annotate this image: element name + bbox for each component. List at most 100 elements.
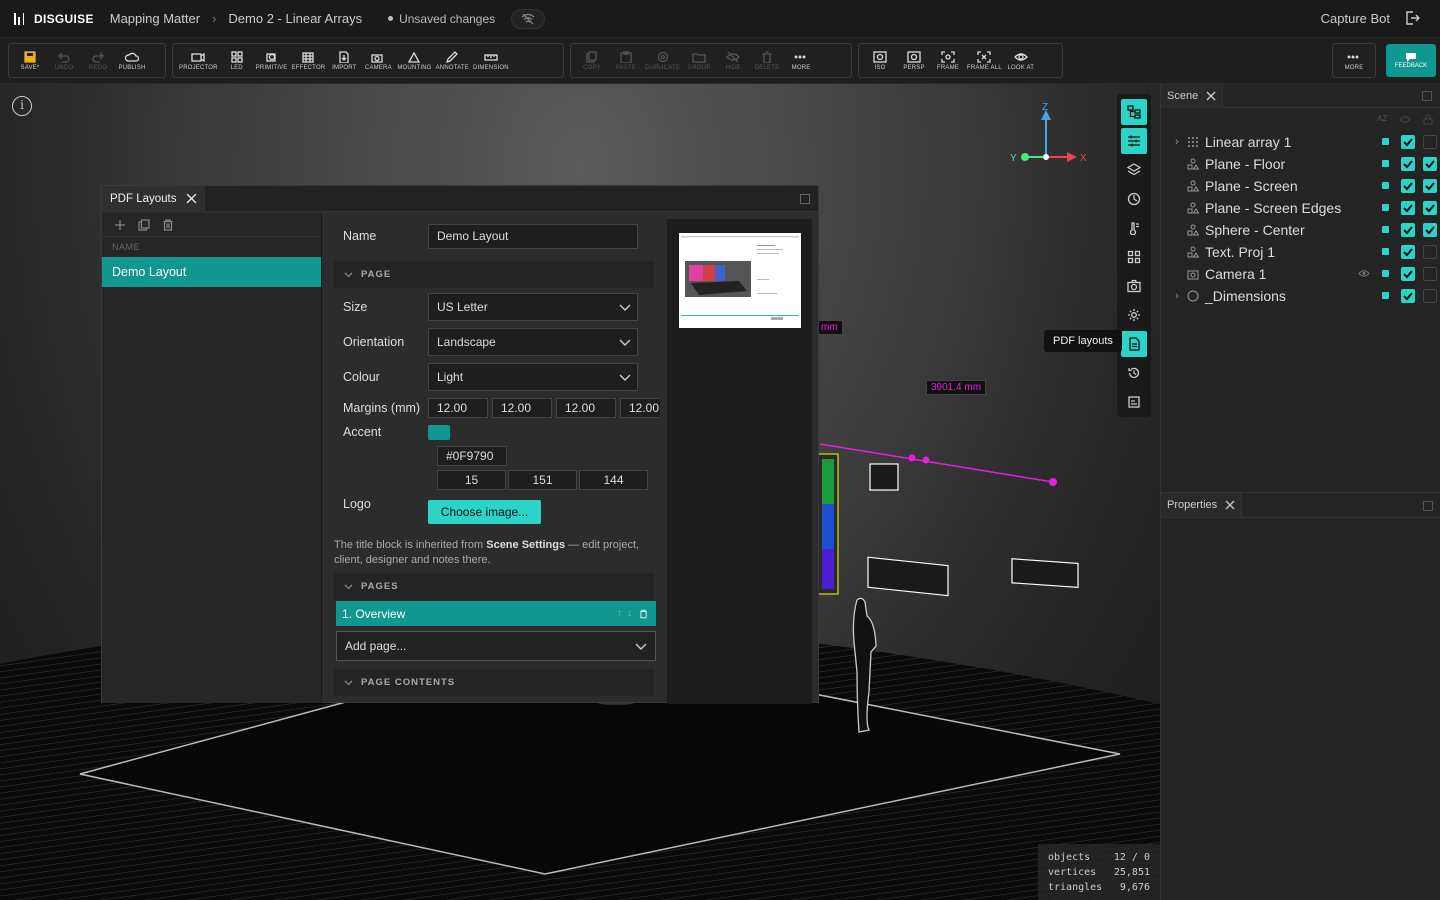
- popout-icon[interactable]: [1422, 91, 1432, 101]
- toolbar-effector-button[interactable]: EFFECTOR: [290, 44, 328, 77]
- settings-tool[interactable]: [1121, 302, 1147, 328]
- toolbar-hide-button[interactable]: HIDE: [716, 44, 750, 77]
- chevron-right-icon[interactable]: ›: [1171, 136, 1183, 148]
- render-tool[interactable]: [1121, 389, 1147, 415]
- toolbar-persp-button[interactable]: PERSP: [897, 44, 931, 77]
- lock-checkbox[interactable]: [1423, 223, 1437, 237]
- toolbar-duplicate-button[interactable]: DUPLICATE: [643, 44, 682, 77]
- visibility-checkbox[interactable]: [1401, 135, 1415, 149]
- toolbar-look-at-button[interactable]: LOOK AT: [1004, 44, 1038, 77]
- user-name[interactable]: Capture Bot: [1321, 11, 1390, 26]
- visibility-checkbox[interactable]: [1401, 179, 1415, 193]
- toolbar-publish-button[interactable]: PUBLISH: [115, 44, 149, 77]
- axis-gizmo[interactable]: Z Y X: [1005, 102, 1095, 172]
- pdf-layouts-tool[interactable]: [1121, 330, 1147, 357]
- toolbar-copy-button[interactable]: COPY: [575, 44, 609, 77]
- scene-item-camera-1[interactable]: Camera 1: [1161, 263, 1440, 285]
- lock-checkbox[interactable]: [1423, 179, 1437, 193]
- lock-checkbox[interactable]: [1423, 135, 1437, 149]
- popout-icon[interactable]: [800, 194, 810, 204]
- add-icon[interactable]: [114, 219, 126, 231]
- toolbar-more-button[interactable]: MORE: [784, 44, 818, 77]
- toolbar-dimension-button[interactable]: DIMENSION: [471, 44, 511, 77]
- toolbar-delete-button[interactable]: DELETE: [750, 44, 784, 77]
- accent-r-input[interactable]: 15: [437, 470, 506, 490]
- grid-tool[interactable]: [1121, 244, 1147, 270]
- close-icon[interactable]: [1206, 91, 1216, 101]
- toolbar-import-button[interactable]: IMPORT: [327, 44, 361, 77]
- connection-toggle[interactable]: [511, 8, 546, 29]
- margin-bottom-input[interactable]: 12.00: [556, 398, 616, 418]
- lock-header-icon[interactable]: [1423, 114, 1433, 125]
- accent-b-input[interactable]: 144: [579, 470, 648, 490]
- page-section-header[interactable]: PAGE: [334, 261, 654, 288]
- lock-checkbox[interactable]: [1423, 267, 1437, 281]
- toolbar-save-button[interactable]: SAVE*: [13, 44, 47, 77]
- breadcrumb-project[interactable]: Mapping Matter: [110, 11, 200, 26]
- toolbar-more-button[interactable]: MORE: [1337, 44, 1371, 77]
- size-select[interactable]: US Letter: [428, 293, 638, 321]
- colour-select[interactable]: Light: [428, 363, 638, 391]
- page-contents-section-header[interactable]: PAGE CONTENTS: [334, 669, 654, 696]
- visibility-checkbox[interactable]: [1401, 223, 1415, 237]
- scene-item-sphere-center[interactable]: Sphere - Center: [1161, 219, 1440, 241]
- eye-header-icon[interactable]: [1399, 115, 1411, 124]
- scene-item-dimensions[interactable]: › _Dimensions: [1161, 285, 1440, 307]
- toolbar-frame-all-button[interactable]: FRAME ALL: [965, 44, 1004, 77]
- bulb-tool[interactable]: [1121, 186, 1147, 212]
- toolbar-iso-button[interactable]: ISO: [863, 44, 897, 77]
- sort-az-button[interactable]: AZ: [1377, 114, 1387, 123]
- lock-checkbox[interactable]: [1423, 157, 1437, 171]
- popout-icon[interactable]: [1423, 501, 1433, 511]
- duplicate-icon[interactable]: [138, 218, 150, 231]
- info-button[interactable]: i: [12, 96, 32, 116]
- eye-icon[interactable]: [1358, 269, 1370, 278]
- scene-item-plane-floor[interactable]: Plane - Floor: [1161, 153, 1440, 175]
- tab-properties[interactable]: Properties: [1161, 493, 1243, 517]
- toolbar-projector-button[interactable]: PROJECTOR: [177, 44, 220, 77]
- accent-g-input[interactable]: 151: [508, 470, 577, 490]
- toolbar-redo-button[interactable]: REDO: [81, 44, 115, 77]
- move-up-icon[interactable]: ↑: [617, 608, 622, 619]
- toolbar-paste-button[interactable]: PASTE: [609, 44, 643, 77]
- feedback-button[interactable]: FEEDBACK: [1386, 44, 1436, 77]
- trash-icon[interactable]: [162, 218, 174, 231]
- scene-item-linear-array-1[interactable]: › Linear array 1: [1161, 131, 1440, 153]
- page-preview-thumbnail[interactable]: [679, 233, 801, 328]
- visibility-checkbox[interactable]: [1401, 267, 1415, 281]
- visibility-checkbox[interactable]: [1401, 157, 1415, 171]
- visibility-checkbox[interactable]: [1401, 245, 1415, 259]
- accent-swatch[interactable]: [428, 424, 450, 440]
- close-icon[interactable]: [1225, 500, 1235, 510]
- camera-tool[interactable]: [1121, 273, 1147, 299]
- toolbar-frame-button[interactable]: FRAME: [931, 44, 965, 77]
- toolbar-led-button[interactable]: LED: [220, 44, 254, 77]
- page-list-item[interactable]: 1. Overview ↑ ↓: [336, 601, 656, 626]
- scene-settings-link[interactable]: Scene Settings: [486, 539, 565, 551]
- toolbar-undo-button[interactable]: UNDO: [47, 44, 81, 77]
- lock-checkbox[interactable]: [1423, 245, 1437, 259]
- scene-tree-tool[interactable]: [1121, 98, 1147, 125]
- margin-left-input[interactable]: 12.00: [620, 398, 660, 418]
- toolbar-mounting-button[interactable]: MOUNTING: [395, 44, 433, 77]
- margin-top-input[interactable]: 12.00: [428, 398, 488, 418]
- pages-section-header[interactable]: PAGES: [334, 573, 654, 600]
- close-icon[interactable]: [186, 193, 197, 204]
- add-page-select[interactable]: Add page...: [336, 631, 656, 661]
- lock-checkbox[interactable]: [1423, 289, 1437, 303]
- visibility-checkbox[interactable]: [1401, 289, 1415, 303]
- breadcrumb-scene[interactable]: Demo 2 - Linear Arrays: [228, 11, 362, 26]
- layers-tool[interactable]: [1121, 157, 1147, 183]
- dimension-label[interactable]: mm: [816, 320, 843, 335]
- chevron-right-icon[interactable]: ›: [1171, 290, 1183, 302]
- trash-icon[interactable]: [639, 609, 648, 619]
- toolbar-group-button[interactable]: GROUP: [682, 44, 716, 77]
- margin-right-input[interactable]: 12.00: [492, 398, 552, 418]
- dimension-label[interactable]: 3901.4 mm: [926, 380, 987, 395]
- move-down-icon[interactable]: ↓: [627, 608, 632, 619]
- properties-tool[interactable]: [1121, 127, 1147, 154]
- toolbar-annotate-button[interactable]: ANNOTATE: [434, 44, 471, 77]
- logout-icon[interactable]: [1404, 10, 1420, 26]
- brand-logo[interactable]: DISGUISE: [14, 12, 94, 26]
- name-input[interactable]: Demo Layout: [428, 223, 638, 249]
